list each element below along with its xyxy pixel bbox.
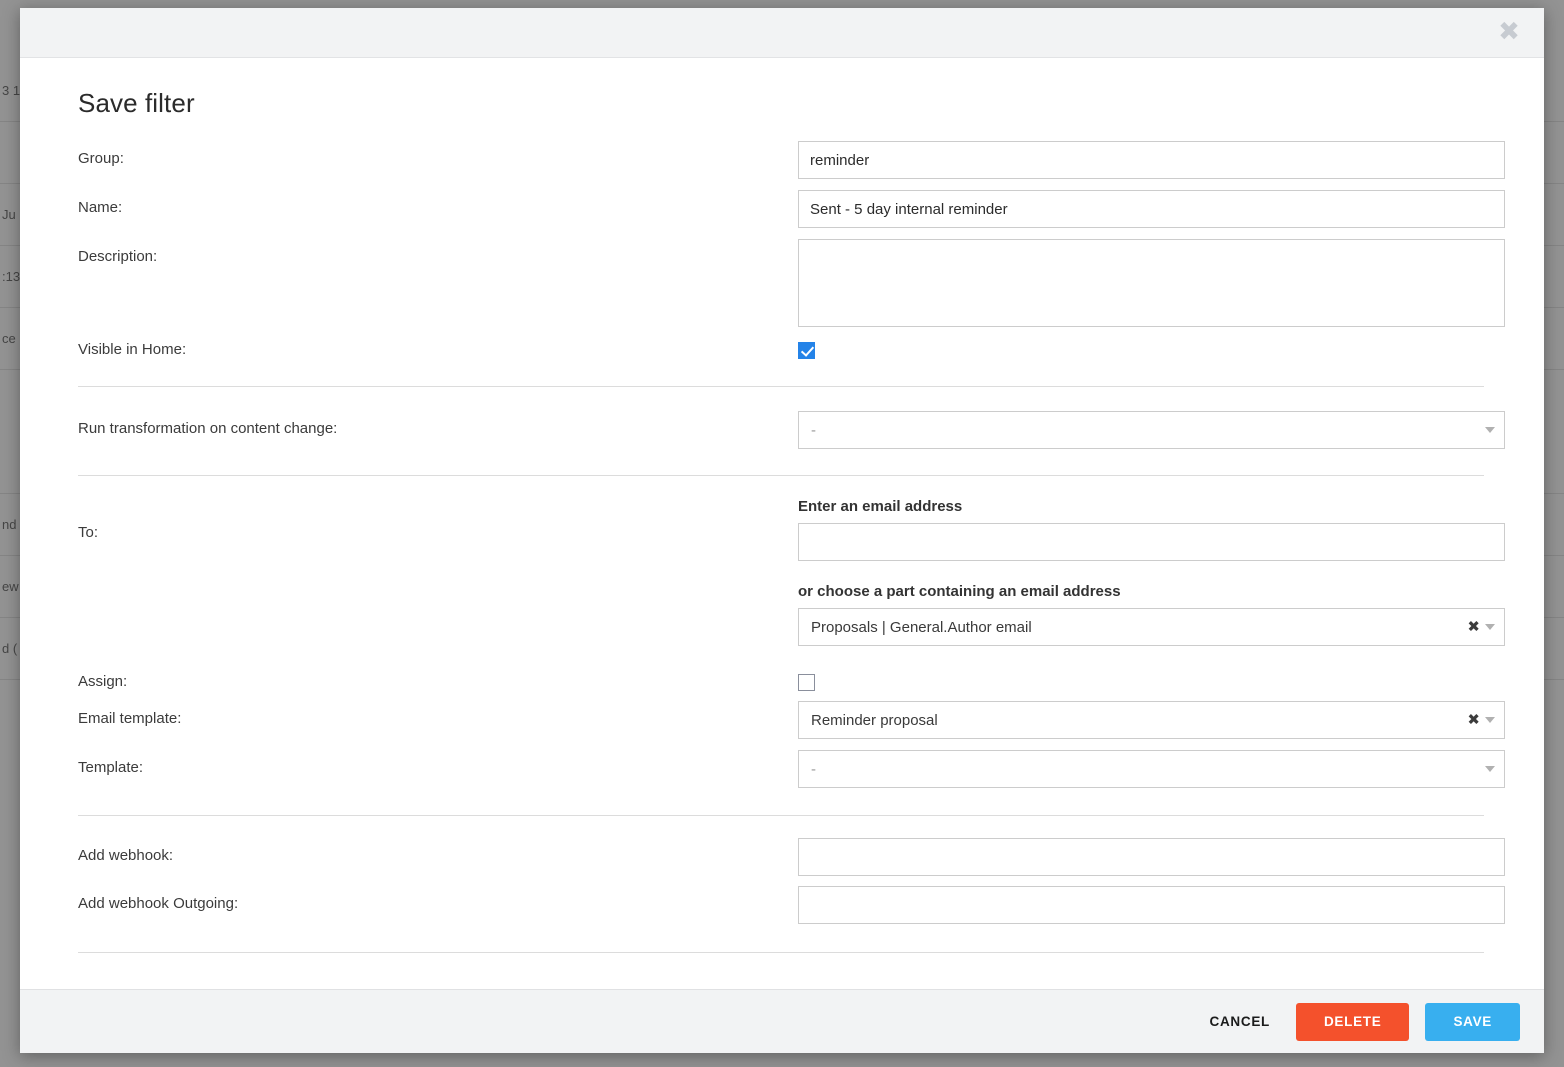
email-input-label: Enter an email address: [798, 498, 963, 515]
field-visible-in-home: Visible in Home:: [58, 339, 1504, 360]
choose-part-label: or choose a part containing an email add…: [798, 583, 1121, 600]
add-webhook-input[interactable]: [798, 838, 1505, 876]
email-template-select[interactable]: Reminder proposal ✖: [798, 701, 1505, 739]
chevron-down-icon: [1485, 624, 1495, 630]
chevron-down-icon: [1485, 717, 1495, 723]
assign-checkbox[interactable]: [798, 674, 815, 691]
visible-in-home-checkbox[interactable]: [798, 342, 815, 359]
field-template: Template: -: [58, 750, 1505, 788]
add-webhook-label: Add webhook:: [78, 847, 174, 864]
field-description: Description:: [58, 239, 1505, 327]
add-webhook-outgoing-input[interactable]: [798, 886, 1505, 924]
field-add-webhook-outgoing: Add webhook Outgoing:: [58, 886, 1505, 924]
dialog-header: ✖: [20, 8, 1544, 58]
section-divider: [78, 386, 1484, 387]
dialog-body: Save filter Group: Name: Description: Vi…: [20, 58, 1544, 989]
field-run-transformation: Run transformation on content change: -: [58, 411, 1505, 449]
run-transformation-label: Run transformation on content change:: [78, 420, 338, 437]
run-transformation-select[interactable]: -: [798, 411, 1505, 449]
field-email-template: Email template: Reminder proposal ✖: [58, 701, 1505, 739]
section-divider: [78, 952, 1484, 953]
name-input[interactable]: [798, 190, 1505, 228]
email-template-label: Email template:: [78, 710, 182, 727]
clear-icon[interactable]: ✖: [1467, 712, 1480, 728]
close-icon[interactable]: ✖: [1496, 19, 1522, 46]
section-divider: [78, 475, 1484, 476]
field-to: To: Enter an email address or choose a p…: [58, 498, 1505, 646]
save-filter-dialog: ✖ Save filter Group: Name: Description:: [20, 8, 1544, 1053]
field-group: Group:: [58, 141, 1505, 179]
cancel-button[interactable]: CANCEL: [1200, 1003, 1280, 1041]
assign-label: Assign:: [78, 673, 128, 690]
description-textarea[interactable]: [798, 239, 1505, 327]
run-transformation-value: -: [811, 421, 816, 439]
page-title: Save filter: [78, 88, 195, 118]
email-part-select[interactable]: Proposals | General.Author email ✖: [798, 608, 1505, 646]
clear-icon[interactable]: ✖: [1467, 619, 1480, 635]
field-assign: Assign:: [58, 672, 1504, 692]
email-template-value: Reminder proposal: [811, 711, 938, 729]
delete-button[interactable]: DELETE: [1295, 1002, 1410, 1041]
group-input[interactable]: [798, 141, 1505, 179]
section-divider: [78, 815, 1484, 816]
group-label: Group:: [78, 150, 124, 167]
chevron-down-icon: [1485, 427, 1495, 433]
chevron-down-icon: [1485, 766, 1495, 772]
dialog-footer: CANCEL DELETE SAVE: [20, 989, 1544, 1053]
field-add-webhook: Add webhook:: [58, 838, 1505, 876]
add-webhook-outgoing-label: Add webhook Outgoing:: [78, 895, 239, 912]
email-address-input[interactable]: [798, 523, 1505, 561]
to-label: To:: [78, 524, 99, 541]
visible-in-home-label: Visible in Home:: [78, 341, 187, 358]
field-name: Name:: [58, 190, 1505, 228]
template-select[interactable]: -: [798, 750, 1505, 788]
template-label: Template:: [78, 759, 144, 776]
name-label: Name:: [78, 199, 123, 216]
template-value: -: [811, 760, 816, 778]
save-button[interactable]: SAVE: [1425, 1002, 1520, 1041]
description-label: Description:: [78, 248, 158, 265]
email-part-value: Proposals | General.Author email: [811, 618, 1032, 636]
